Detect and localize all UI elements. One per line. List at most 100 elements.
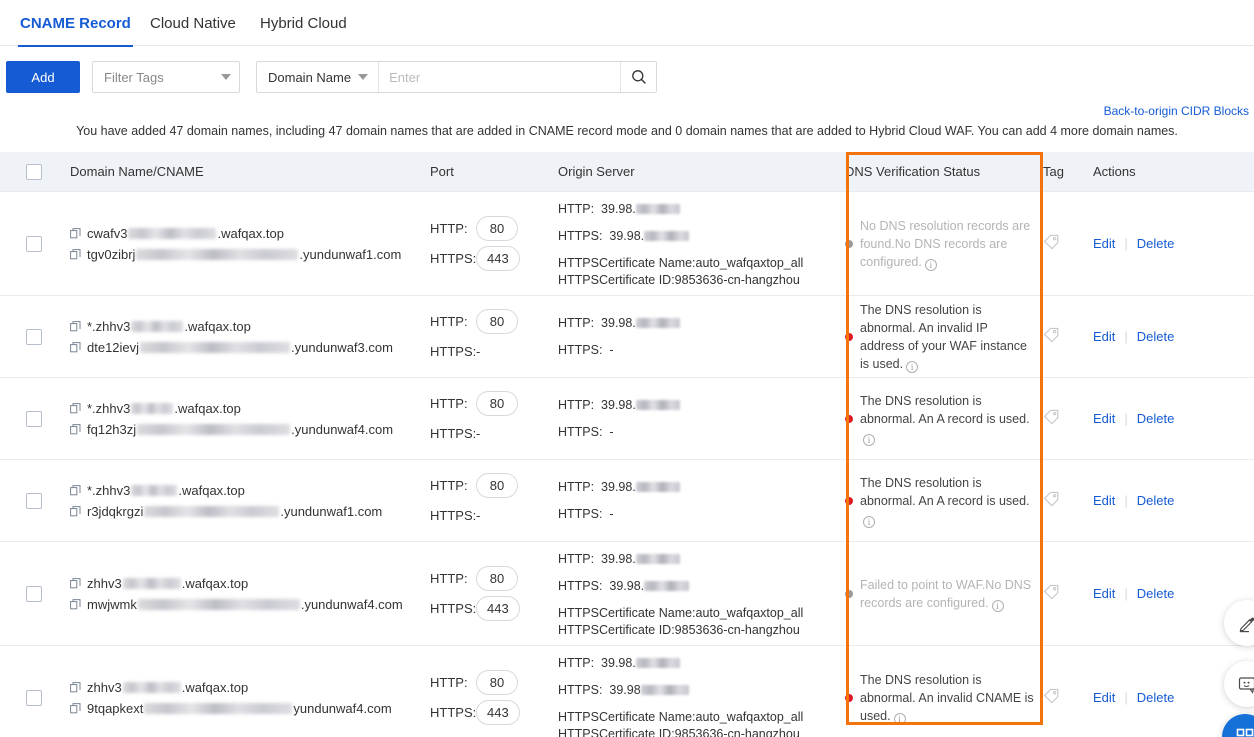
select-all-checkbox[interactable]	[26, 163, 42, 180]
tag-icon[interactable]	[1043, 327, 1060, 344]
info-icon[interactable]: i	[924, 258, 937, 271]
dns-status-text: The DNS resolution is abnormal. An inval…	[860, 672, 1034, 725]
port-cell: HTTP: 80 HTTPS: -	[430, 471, 558, 531]
tab-cloud-native[interactable]: Cloud Native	[148, 0, 238, 46]
status-dot	[845, 496, 853, 505]
edit-link[interactable]: Edit	[1093, 411, 1115, 426]
tab-label: Cloud Native	[150, 14, 236, 32]
domain-name-text: zhhv3 .wafqax.top	[87, 679, 249, 695]
tag-cell[interactable]	[1043, 584, 1093, 604]
cname-text: mwjwmk .yundunwaf4.com	[87, 596, 403, 612]
domain-name-line: *.zhhv3 .wafqax.top	[70, 398, 430, 419]
http-port-label: HTTP:	[430, 396, 468, 411]
redacted-ip	[635, 553, 680, 564]
origin-https: HTTPS: -	[558, 343, 614, 357]
table-row: zhhv3 .wafqax.top 9tqapkext yundunwaf4.com…	[0, 646, 1254, 737]
origin-server-cell: HTTP: 39.98. HTTPS: -	[558, 313, 845, 360]
copy-icon[interactable]	[70, 423, 81, 435]
info-icon[interactable]: i	[991, 599, 1004, 612]
domain-cell: zhhv3 .wafqax.top mwjwmk .yundunwaf4.com	[68, 573, 430, 615]
domain-name-text: *.zhhv3 .wafqax.top	[87, 400, 241, 416]
delete-link[interactable]: Delete	[1137, 493, 1175, 508]
copy-icon[interactable]	[70, 341, 81, 353]
info-icon[interactable]: i	[863, 515, 875, 528]
filter-tags-select[interactable]: Filter Tags	[92, 61, 240, 93]
origin-server-cell: HTTP: 39.98. HTTPS: 39.98. HTTPSCertificat…	[558, 199, 845, 289]
tab-hybrid-cloud[interactable]: Hybrid Cloud	[258, 0, 349, 46]
copy-icon[interactable]	[70, 402, 81, 414]
dns-status-text: The DNS resolution is abnormal. An A rec…	[860, 393, 1030, 446]
header-domain: Domain Name/CNAME	[70, 164, 204, 179]
edit-link[interactable]: Edit	[1093, 586, 1115, 601]
https-port-line: HTTPS: 443	[430, 244, 558, 274]
tag-icon[interactable]	[1043, 409, 1060, 426]
origin-cert-name: HTTPSCertificate Name:auto_wafqaxtop_all	[558, 605, 804, 620]
http-port-label: HTTP:	[430, 221, 468, 236]
tab-cname-record[interactable]: CNAME Record	[18, 0, 133, 47]
delete-link[interactable]: Delete	[1137, 690, 1175, 705]
copy-icon[interactable]	[70, 484, 81, 496]
row-select-cell	[0, 585, 68, 602]
redacted-text	[131, 484, 178, 496]
tag-icon[interactable]	[1043, 688, 1060, 705]
back-to-origin-cidr-link[interactable]: Back-to-origin CIDR Blocks	[1104, 104, 1249, 118]
row-checkbox[interactable]	[26, 235, 42, 252]
tag-cell[interactable]	[1043, 688, 1093, 708]
copy-icon[interactable]	[70, 681, 81, 693]
copy-icon[interactable]	[70, 248, 81, 260]
copy-icon[interactable]	[70, 505, 81, 517]
info-icon[interactable]: i	[893, 712, 906, 725]
redacted-text	[122, 681, 181, 693]
edit-link[interactable]: Edit	[1093, 493, 1115, 508]
edit-link[interactable]: Edit	[1093, 236, 1115, 251]
port-cell: HTTP: 80 HTTPS: 443	[430, 668, 558, 728]
delete-link[interactable]: Delete	[1137, 329, 1175, 344]
info-icon[interactable]: i	[906, 360, 919, 373]
status-dot	[845, 239, 853, 248]
search-input[interactable]	[379, 62, 621, 92]
http-port-label: HTTP:	[430, 314, 468, 329]
edit-link[interactable]: Edit	[1093, 690, 1115, 705]
copy-icon[interactable]	[70, 598, 81, 610]
tag-icon[interactable]	[1043, 234, 1060, 251]
search-field-select[interactable]: Domain Name	[257, 62, 380, 92]
copy-icon[interactable]	[70, 320, 81, 332]
edit-link[interactable]: Edit	[1093, 329, 1115, 344]
delete-link[interactable]: Delete	[1137, 236, 1175, 251]
tag-icon[interactable]	[1043, 491, 1060, 508]
port-cell: HTTP: 80 HTTPS: -	[430, 307, 558, 367]
dns-status-cell: No DNS resolution records are found.No D…	[845, 217, 1043, 271]
row-checkbox[interactable]	[26, 689, 42, 706]
chat-support-icon	[1238, 676, 1254, 694]
domain-name-text: zhhv3 .wafqax.top	[87, 575, 249, 591]
tag-cell[interactable]	[1043, 491, 1093, 511]
tag-icon[interactable]	[1043, 584, 1060, 601]
search-button[interactable]	[620, 62, 657, 92]
row-checkbox[interactable]	[26, 585, 42, 602]
tag-cell[interactable]	[1043, 409, 1093, 429]
tag-cell[interactable]	[1043, 234, 1093, 254]
search-icon	[631, 70, 646, 84]
copy-icon[interactable]	[70, 702, 81, 714]
delete-link[interactable]: Delete	[1137, 411, 1175, 426]
chevron-down-icon	[358, 74, 369, 80]
copy-icon[interactable]	[70, 577, 81, 589]
tag-cell[interactable]	[1043, 327, 1093, 347]
delete-link[interactable]: Delete	[1137, 586, 1175, 601]
info-icon[interactable]: i	[863, 433, 875, 446]
origin-cert-id: HTTPSCertificate ID:9853636-cn-hangzhou	[558, 272, 800, 287]
action-separator: |	[1124, 690, 1128, 705]
row-select-cell	[0, 689, 68, 706]
https-port-label: HTTPS:	[430, 601, 477, 616]
add-button[interactable]: Add	[6, 61, 80, 93]
dns-status-wrap: Failed to point to WAF.No DNS records ar…	[845, 576, 1043, 612]
actions-cell: Edit | Delete	[1093, 586, 1254, 601]
domain-cell: *.zhhv3 .wafqax.top dte12ievj .yundunwaf3.…	[68, 316, 430, 358]
origin-server-cell: HTTP: 39.98. HTTPS: 39.98 HTTPSCertificate…	[558, 653, 845, 737]
row-checkbox[interactable]	[26, 410, 42, 427]
redacted-text	[131, 402, 174, 414]
row-checkbox[interactable]	[26, 328, 42, 345]
row-checkbox[interactable]	[26, 492, 42, 509]
copy-icon[interactable]	[70, 227, 81, 239]
table-row: *.zhhv3 .wafqax.top dte12ievj .yundunwaf3.…	[0, 296, 1254, 378]
